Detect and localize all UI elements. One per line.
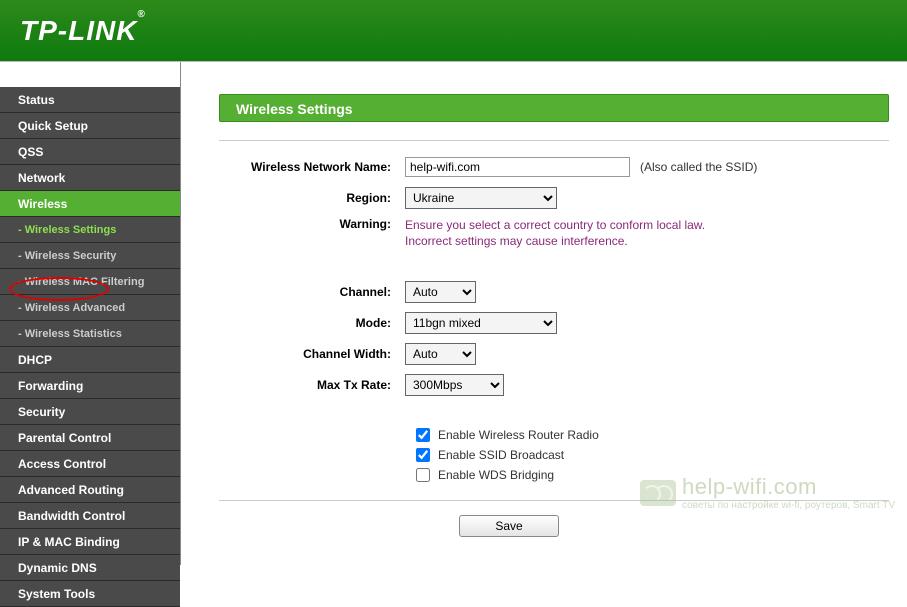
label-region: Region: — [219, 191, 405, 205]
sidebar: Status Quick Setup QSS Network Wireless … — [0, 62, 181, 565]
nav-parental-control[interactable]: Parental Control — [0, 425, 180, 451]
nav-dynamic-dns[interactable]: Dynamic DNS — [0, 555, 180, 581]
label-max-tx-rate: Max Tx Rate: — [219, 378, 405, 392]
checkbox-enable-ssid-broadcast[interactable] — [416, 448, 430, 462]
select-channel-width[interactable]: Auto — [405, 343, 476, 365]
nav-forwarding[interactable]: Forwarding — [0, 373, 180, 399]
nav-wireless-advanced[interactable]: - Wireless Advanced — [0, 295, 180, 321]
nav-dhcp[interactable]: DHCP — [0, 347, 180, 373]
checkbox-enable-radio[interactable] — [416, 428, 430, 442]
nav-access-control[interactable]: Access Control — [0, 451, 180, 477]
nav-system-tools[interactable]: System Tools — [0, 581, 180, 607]
select-channel[interactable]: Auto — [405, 281, 476, 303]
label-channel: Channel: — [219, 285, 405, 299]
nav-wireless[interactable]: Wireless — [0, 191, 180, 217]
nav-status[interactable]: Status — [0, 87, 180, 113]
warning-text: Ensure you select a correct country to c… — [405, 217, 705, 249]
nav-security[interactable]: Security — [0, 399, 180, 425]
ssid-hint: (Also called the SSID) — [640, 160, 757, 174]
nav-network[interactable]: Network — [0, 165, 180, 191]
nav-wireless-statistics[interactable]: - Wireless Statistics — [0, 321, 180, 347]
label-warning: Warning: — [219, 217, 405, 231]
select-region[interactable]: Ukraine — [405, 187, 557, 209]
nav-qss[interactable]: QSS — [0, 139, 180, 165]
label-enable-ssid-broadcast: Enable SSID Broadcast — [438, 448, 564, 462]
label-enable-radio: Enable Wireless Router Radio — [438, 428, 599, 442]
nav-ip-mac-binding[interactable]: IP & MAC Binding — [0, 529, 180, 555]
label-channel-width: Channel Width: — [219, 347, 405, 361]
label-network-name: Wireless Network Name: — [219, 160, 405, 174]
save-button[interactable]: Save — [459, 515, 559, 537]
checkbox-enable-wds-bridging[interactable] — [416, 468, 430, 482]
nav-wireless-mac-filtering[interactable]: - Wireless MAC Filtering — [0, 269, 180, 295]
nav-quick-setup[interactable]: Quick Setup — [0, 113, 180, 139]
select-max-tx-rate[interactable]: 300Mbps — [405, 374, 504, 396]
main-panel: Wireless Settings Wireless Network Name:… — [181, 62, 907, 565]
divider — [219, 140, 889, 141]
nav-wireless-security[interactable]: - Wireless Security — [0, 243, 180, 269]
nav-advanced-routing[interactable]: Advanced Routing — [0, 477, 180, 503]
divider — [219, 500, 889, 501]
label-mode: Mode: — [219, 316, 405, 330]
nav-bandwidth-control[interactable]: Bandwidth Control — [0, 503, 180, 529]
nav-wireless-settings[interactable]: - Wireless Settings — [0, 217, 180, 243]
header-bar: TP-LINK® — [0, 0, 907, 62]
label-enable-wds-bridging: Enable WDS Bridging — [438, 468, 554, 482]
input-network-name[interactable] — [405, 157, 630, 177]
panel-title: Wireless Settings — [219, 94, 889, 122]
select-mode[interactable]: 11bgn mixed — [405, 312, 557, 334]
brand-logo: TP-LINK® — [20, 15, 146, 47]
